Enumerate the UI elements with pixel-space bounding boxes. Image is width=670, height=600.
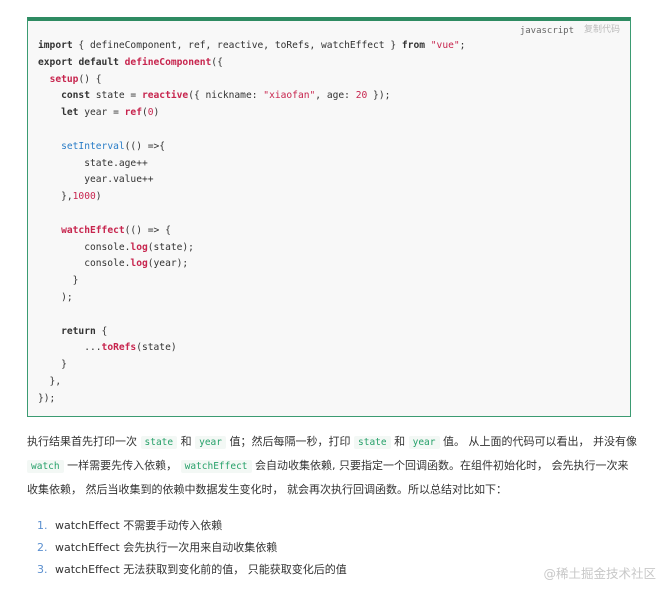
code-token: ; (459, 40, 466, 51)
code-token: toRefs (101, 342, 137, 354)
paragraph-text: 执行结果首先打印一次 (27, 435, 141, 448)
code-token: 1000 (72, 191, 96, 203)
code-token: 20 (355, 90, 368, 102)
inline-code: state (354, 436, 391, 449)
code-token: let (61, 107, 79, 119)
code-token: watchEffect (61, 224, 125, 236)
paragraph-text: 一样需要先传入依赖， (63, 459, 181, 472)
list-item-text: watchEffect 会先执行一次用来自动收集依赖 (55, 541, 278, 554)
code-token: year = (78, 107, 125, 119)
summary-list: 1. watchEffect 不需要手动传入依赖 2. watchEffect 会先… (37, 515, 347, 581)
code-token: (() =>{ (124, 140, 166, 152)
code-token: } (38, 275, 79, 287)
code-token: log (130, 258, 148, 270)
code-token: , age: (315, 90, 356, 102)
code-token: ... (38, 342, 102, 354)
list-item: 1. watchEffect 不需要手动传入依赖 (37, 515, 347, 537)
list-number: 1. (37, 519, 48, 532)
inline-code: state (140, 436, 178, 449)
code-token: return (61, 325, 96, 337)
code-token: reactive (141, 90, 189, 102)
code-token: export (38, 56, 73, 68)
list-item-text: watchEffect 无法获取到变化前的值， 只能获取变化后的值 (55, 563, 347, 576)
list-number: 2. (37, 541, 48, 554)
code-token: default (78, 56, 119, 68)
code-token: }, (38, 375, 62, 387)
code-token: log (130, 241, 148, 253)
paragraph-text: 和 (390, 435, 409, 448)
code-token: "xiaofan" (263, 90, 316, 102)
code-token: (state) (136, 342, 177, 354)
code-token: ) (95, 191, 102, 203)
code-token: ); (38, 291, 73, 303)
code-block: javascript 复制代码 import { defineComponent… (27, 17, 631, 417)
list-item-text: watchEffect 不需要手动传入依赖 (55, 519, 223, 532)
copy-code-button[interactable]: 复制代码 (584, 22, 620, 35)
code-token: ({ (211, 56, 223, 68)
list-item: 2. watchEffect 会先执行一次用来自动收集依赖 (37, 537, 347, 559)
code-token: ) (153, 107, 160, 119)
code-token: from (401, 40, 425, 51)
inline-code: watch (27, 460, 64, 473)
code-token: defineComponent (124, 56, 212, 68)
list-item: 3. watchEffect 无法获取到变化前的值， 只能获取变化后的值 (37, 559, 347, 581)
inline-code: year (408, 436, 440, 449)
code-token: state = (90, 90, 142, 102)
code-token: console. (38, 241, 131, 253)
code-token: ref (124, 107, 142, 119)
watermark: @稀土掘金技术社区 (543, 566, 656, 581)
code-token: console. (38, 258, 131, 270)
code-token: const (61, 90, 90, 102)
code-token: (year); (147, 258, 189, 270)
code-token: } (38, 359, 67, 371)
code-token: { defineComponent, ref, reactive, toRefs… (72, 40, 402, 51)
explanation-paragraph: 执行结果首先打印一次 state 和 year 值；然后每隔一秒，打印 stat… (27, 430, 637, 501)
code-token: }); (367, 90, 391, 102)
code-token: year.value++ (38, 174, 154, 186)
code-token: ({ nickname: (188, 90, 264, 102)
inline-code: year (195, 436, 226, 449)
code-language-label: javascript (519, 26, 574, 36)
code-token: () { (78, 73, 102, 85)
code-token: (() => { (124, 224, 171, 236)
inline-code: watchEffect (180, 460, 252, 473)
code-token: import (38, 40, 73, 51)
paragraph-text: 值。 从上面的代码可以看出， 并没有像 (439, 435, 637, 448)
paragraph-text: 和 (177, 435, 196, 448)
list-number: 3. (37, 563, 48, 576)
code-token: }); (38, 392, 56, 404)
code-token: { (95, 325, 108, 337)
paragraph-text: 值；然后每隔一秒，打印 (226, 435, 354, 448)
code-token: state.age++ (38, 157, 148, 169)
code-token: setInterval (61, 140, 125, 152)
code-content: import { defineComponent, ref, reactive,… (38, 38, 620, 408)
code-token: (state); (147, 241, 194, 253)
code-token: }, (38, 191, 73, 203)
code-token: "vue" (430, 40, 460, 51)
code-token: setup (49, 73, 79, 85)
